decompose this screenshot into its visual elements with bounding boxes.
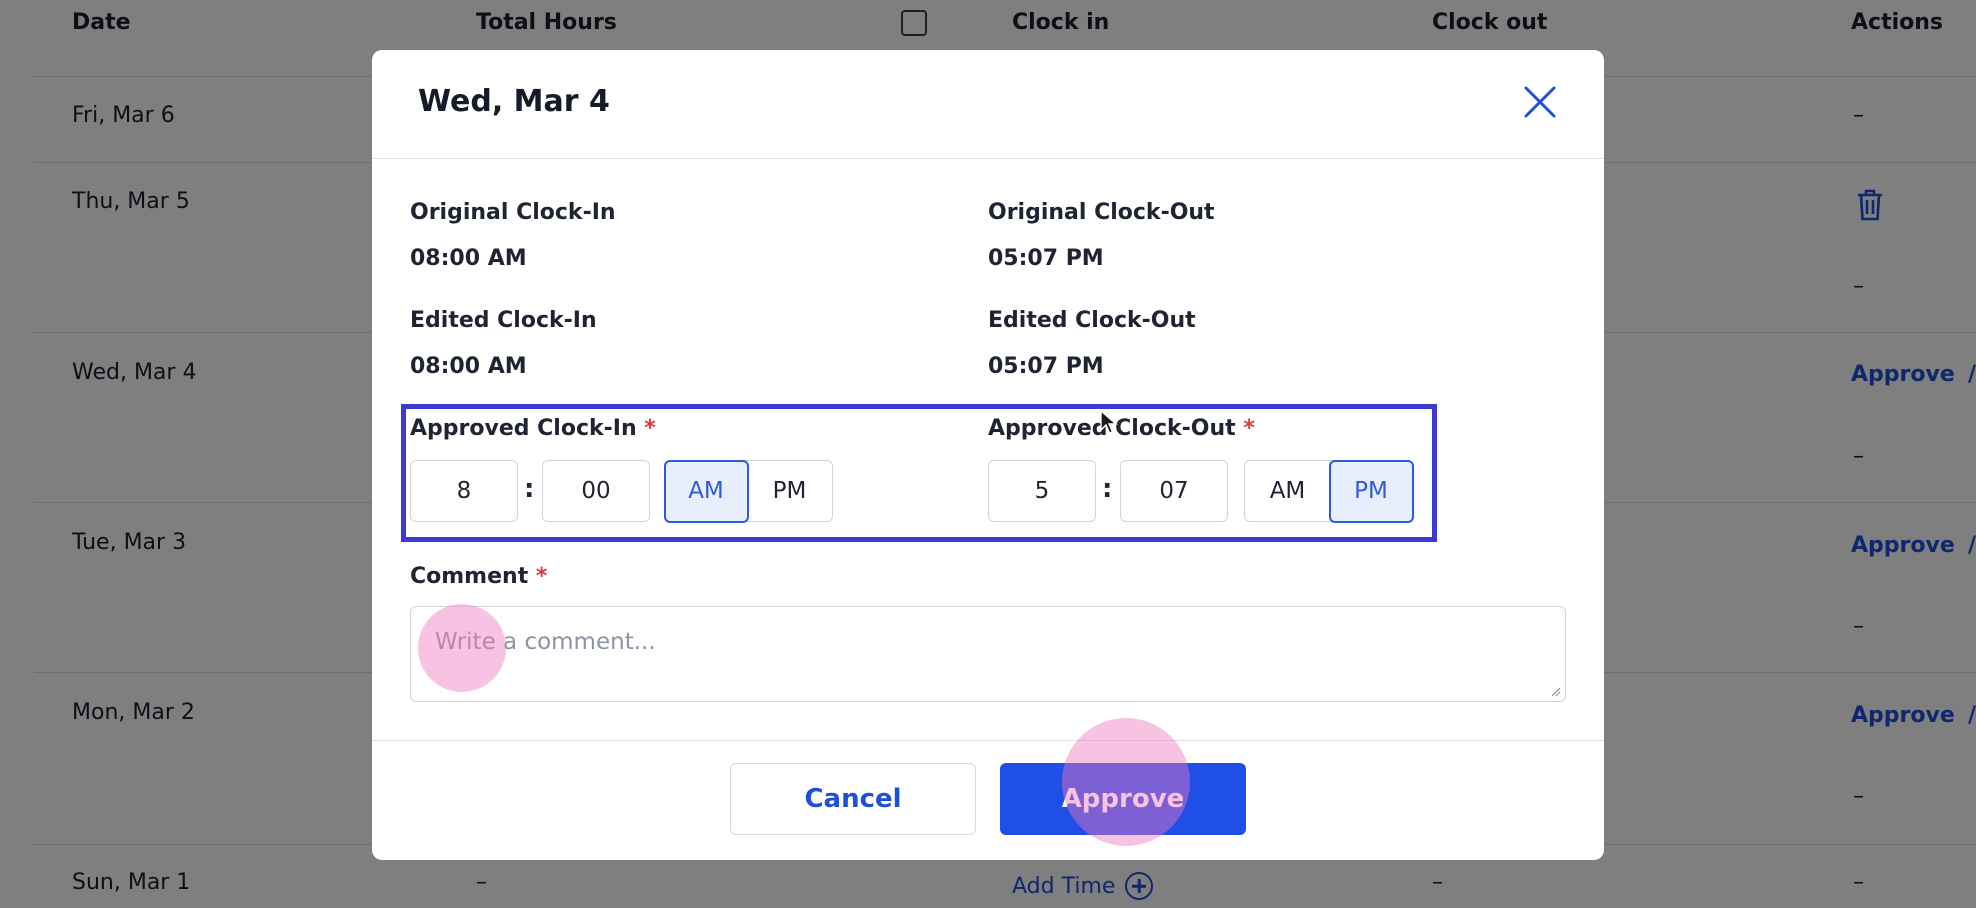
resize-grip-icon[interactable] [1549,685,1561,697]
approved-clock-in-label: Approved Clock-In * [410,416,656,441]
edited-clock-out-value: 05:07 PM [988,354,1104,379]
clock-in-pm-button[interactable]: PM [747,461,832,521]
close-icon[interactable] [1520,82,1560,122]
original-clock-in-label: Original Clock-In [410,200,616,225]
approved-clock-out-label: Approved Clock-Out * [988,416,1255,441]
original-clock-out-label: Original Clock-Out [988,200,1215,225]
edited-clock-in-label: Edited Clock-In [410,308,597,333]
time-separator: : [524,474,535,504]
clock-out-am-button[interactable]: AM [1245,461,1330,521]
approve-button[interactable]: Approve [1000,763,1246,835]
edited-clock-in-value: 08:00 AM [410,354,527,379]
approved-clock-in-label-text: Approved Clock-In [410,416,637,441]
comment-label-text: Comment [410,564,529,589]
original-clock-out-value: 05:07 PM [988,246,1104,271]
clock-out-pm-button[interactable]: PM [1328,459,1414,523]
clock-in-minute-input[interactable]: 00 [542,460,650,522]
clock-out-ampm-toggle: AM PM [1244,459,1414,523]
clock-in-ampm-toggle: AM PM [663,459,833,523]
edited-clock-out-label: Edited Clock-Out [988,308,1196,333]
original-clock-in-value: 08:00 AM [410,246,527,271]
required-mark: * [1243,416,1255,441]
clock-in-hour-input[interactable]: 8 [410,460,518,522]
approve-time-modal: Wed, Mar 4 Original Clock-In 08:00 AM Or… [372,50,1604,860]
comment-placeholder: Write a comment... [435,629,656,655]
clock-in-am-button[interactable]: AM [663,459,749,523]
required-mark: * [535,564,548,589]
modal-header: Wed, Mar 4 [372,50,1604,159]
required-mark: * [644,416,656,441]
modal-footer: Cancel Approve [372,740,1604,860]
mouse-pointer-icon [1100,409,1118,440]
time-separator: : [1102,474,1113,504]
clock-out-hour-input[interactable]: 5 [988,460,1096,522]
modal-title: Wed, Mar 4 [418,84,610,119]
cancel-button[interactable]: Cancel [730,763,976,835]
comment-label: Comment * [410,564,547,589]
clock-out-minute-input[interactable]: 07 [1120,460,1228,522]
comment-textarea[interactable]: Write a comment... [410,606,1566,702]
